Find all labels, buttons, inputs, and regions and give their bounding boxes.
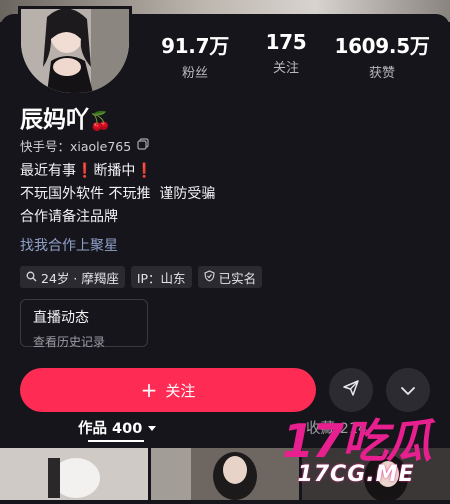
bio-line-3: 合作请备注品牌 — [20, 209, 118, 225]
watermark-logo: 17吃瓜 17CG.ME — [281, 414, 432, 487]
bio-text: 最近有事 — [20, 163, 76, 179]
collab-link[interactable]: 找我合作上聚星 — [20, 235, 118, 255]
avatar-photo — [21, 9, 129, 93]
stat-value: 1609.5万 — [334, 34, 430, 58]
tag-verified: 已实名 — [197, 266, 263, 288]
follow-button[interactable]: + 关注 — [20, 368, 316, 412]
bio: 最近有事❗断播中❗ 不玩国外软件 不玩推 谨防受骗 合作请备注品牌 — [20, 160, 215, 229]
watermark-small: 17CG.ME — [297, 462, 415, 487]
tag-text: IP：山东 — [136, 270, 186, 286]
stat-label: 获赞 — [368, 66, 395, 81]
tag-age-zodiac: 24岁 · 摩羯座 — [20, 266, 125, 288]
send-icon — [342, 379, 360, 401]
thumbnail-image — [151, 448, 299, 500]
live-card-title: 直播动态 — [33, 310, 89, 326]
profile-name: 辰妈吖🍒 — [20, 100, 111, 134]
video-thumbnail[interactable] — [151, 448, 299, 500]
cherry-icon: 🍒 — [89, 111, 112, 132]
stat-value: 91.7万 — [161, 34, 229, 58]
tab-indicator — [88, 440, 144, 442]
share-button[interactable] — [329, 368, 373, 412]
watermark-big: 17吃瓜 — [281, 414, 432, 468]
stat-likes[interactable]: 1609.5万 获赞 — [330, 30, 434, 81]
tag-ip: IP：山东 — [130, 266, 192, 288]
caret-down-icon — [147, 421, 157, 437]
tag-text: 已实名 — [218, 270, 257, 286]
tab-works[interactable]: 作品 400 — [78, 417, 157, 438]
profile-name-text: 辰妈吖 — [20, 107, 89, 133]
video-thumbnail[interactable] — [0, 448, 148, 500]
bio-text: 断播中 — [93, 163, 136, 179]
thumbnail-image — [0, 448, 148, 500]
search-icon — [26, 270, 37, 285]
live-history-card[interactable]: 直播动态 查看历史记录 — [20, 299, 148, 349]
plus-icon: + — [140, 378, 158, 402]
more-button[interactable] — [386, 368, 430, 412]
stat-following[interactable]: 175 关注 — [248, 30, 324, 76]
exclamation-icon: ❗ — [135, 163, 153, 179]
stat-label: 粉丝 — [181, 66, 208, 81]
stat-value: 175 — [265, 30, 307, 54]
stat-label: 关注 — [272, 61, 299, 76]
avatar[interactable] — [18, 6, 132, 96]
bio-line-1: 最近有事❗断播中❗ — [20, 160, 215, 183]
profile-tags: 24岁 · 摩羯座 IP：山东 已实名 — [20, 266, 263, 288]
chevron-down-icon — [400, 381, 416, 400]
exclamation-icon: ❗ — [76, 163, 94, 179]
stat-followers[interactable]: 91.7万 粉丝 — [150, 30, 240, 81]
copy-icon[interactable] — [137, 138, 149, 153]
tag-text: 24岁 · 摩羯座 — [41, 270, 119, 286]
shield-icon — [203, 269, 215, 285]
kuaishou-id: 快手号：xiaole765 — [20, 136, 149, 155]
kuaishou-id-text: 快手号：xiaole765 — [20, 139, 132, 154]
bio-line-2: 不玩国外软件 不玩推 谨防受骗 — [20, 186, 216, 202]
follow-label: 关注 — [165, 381, 196, 400]
tab-works-label: 作品 400 — [78, 421, 143, 437]
live-card-subtitle: 查看历史记录 — [33, 335, 106, 349]
